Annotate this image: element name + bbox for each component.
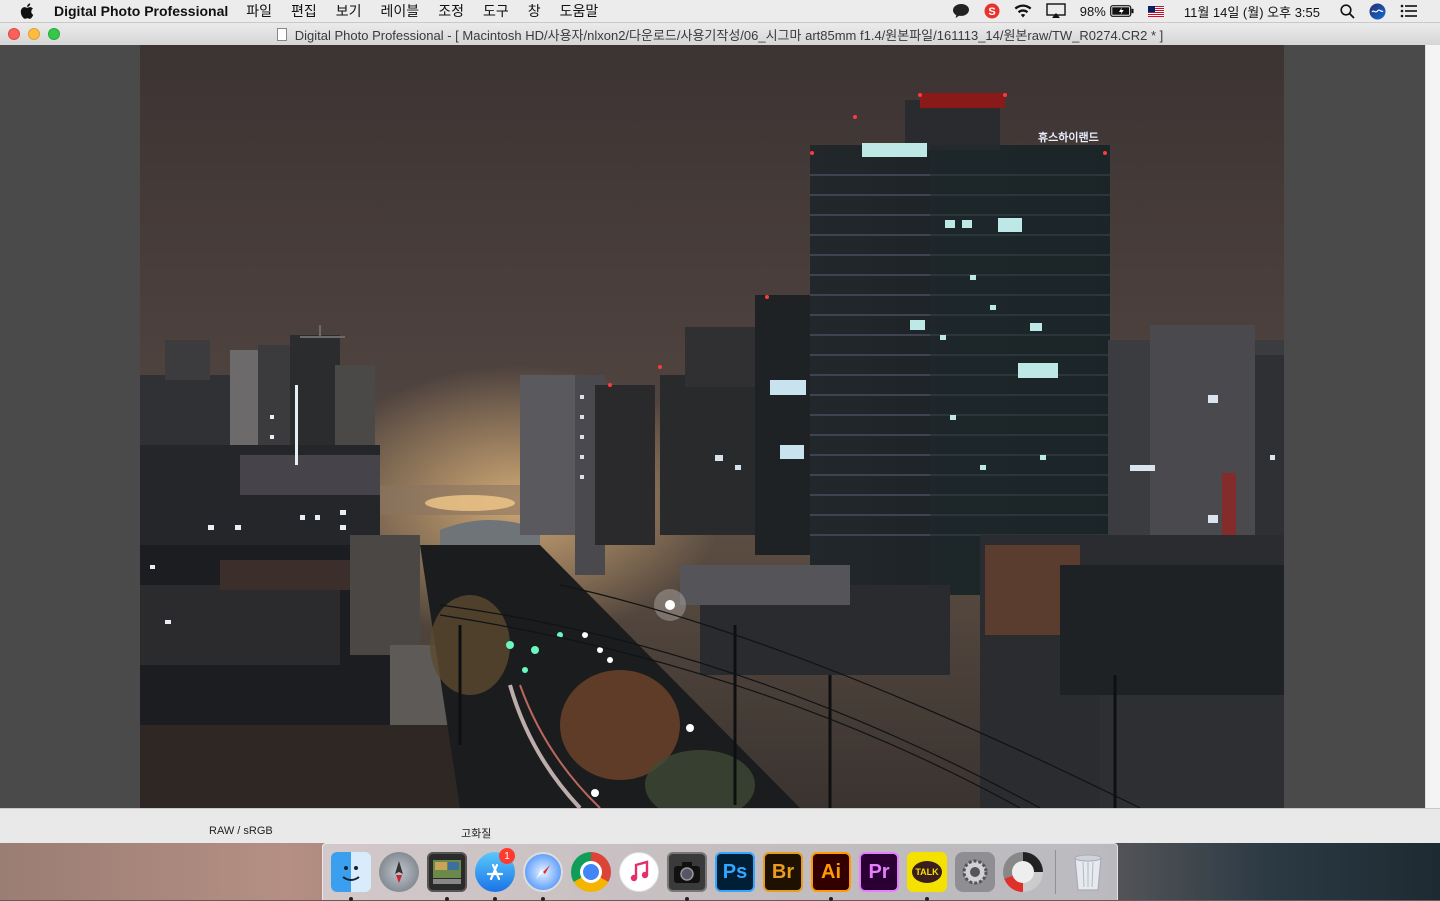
dock-premiere[interactable]: Pr [857, 850, 901, 894]
bridge-icon: Br [763, 852, 803, 892]
illustrator-icon: Ai [811, 852, 851, 892]
premiere-icon: Pr [859, 852, 899, 892]
menu-adjust[interactable]: 조정 [438, 1, 464, 21]
menu-help[interactable]: 도움말 [560, 1, 599, 21]
color-space-info: RAW / sRGB [209, 825, 273, 837]
dock-photoshop[interactable]: Ps [713, 850, 757, 894]
menu-label[interactable]: 레이블 [381, 1, 420, 21]
running-indicator [493, 897, 497, 901]
app-name-menu[interactable]: Digital Photo Professional [54, 3, 228, 19]
status-bar: RAW / sRGB 고화질 [0, 808, 1440, 843]
battery-percent: 98% [1079, 3, 1106, 19]
dock-kakaotalk[interactable]: TALK [905, 850, 949, 901]
disk-utility-icon [1003, 852, 1043, 892]
menu-edit[interactable]: 편집 [291, 1, 317, 21]
finder-icon [331, 852, 371, 892]
running-indicator [445, 897, 449, 901]
dock-system-preferences[interactable] [953, 850, 997, 894]
quality-info: 고화질 [461, 828, 492, 840]
menu-view[interactable]: 보기 [336, 1, 362, 21]
wifi-icon[interactable] [1014, 4, 1032, 18]
system-preferences-icon [955, 852, 995, 892]
menu-bar: Digital Photo Professional 파일 편집 보기 레이블 … [0, 0, 1440, 23]
dock-bridge[interactable]: Br [761, 850, 805, 894]
photoshop-icon: Ps [715, 852, 755, 892]
kakaotalk-icon: TALK [907, 852, 947, 892]
dock-safari[interactable] [521, 850, 565, 901]
dock-itunes[interactable] [617, 850, 661, 894]
dpp-icon [427, 852, 467, 892]
safari-icon [523, 852, 563, 892]
itunes-icon [619, 852, 659, 892]
dock-separator [1055, 850, 1056, 894]
window-close-button[interactable] [8, 28, 20, 40]
running-indicator [541, 897, 545, 901]
chat-bubble-icon[interactable] [952, 3, 970, 19]
svg-text:S: S [988, 6, 995, 18]
dock-app-store[interactable]: 1 [473, 848, 517, 901]
airplay-icon[interactable] [1046, 3, 1066, 19]
photo-preview[interactable]: 휴스하이랜드 [140, 45, 1284, 808]
building-sign: 휴스하이랜드 [1038, 130, 1099, 144]
window-minimize-button[interactable] [28, 28, 40, 40]
dock-illustrator[interactable]: Ai [809, 850, 853, 901]
menu-window[interactable]: 창 [528, 1, 541, 21]
app-window: Digital Photo Professional - [ Macintosh… [0, 23, 1440, 843]
trash-icon [1071, 852, 1105, 892]
dock-dpp[interactable] [425, 850, 469, 901]
running-indicator [685, 897, 689, 901]
window-maximize-button[interactable] [48, 28, 60, 40]
dock-finder[interactable] [329, 850, 373, 901]
dock: 1 Ps Br Ai Pr TALK [322, 843, 1118, 901]
notification-center-icon[interactable] [1400, 4, 1418, 18]
spotlight-search-icon[interactable] [1340, 3, 1355, 19]
menu-tools[interactable]: 도구 [483, 1, 509, 21]
app-store-badge: 1 [499, 848, 515, 864]
launchpad-icon [379, 852, 419, 892]
running-indicator [925, 897, 929, 901]
battery-icon[interactable] [1109, 5, 1134, 17]
us-flag-icon[interactable] [1147, 5, 1164, 17]
s-app-icon[interactable]: S [984, 3, 1000, 19]
talk-bubble: TALK [912, 861, 942, 883]
camera-icon [667, 852, 707, 892]
dock-image-capture[interactable] [665, 850, 709, 901]
menu-file[interactable]: 파일 [246, 1, 272, 21]
image-viewer[interactable]: 휴스하이랜드 [0, 45, 1425, 808]
running-indicator [829, 897, 833, 901]
dock-launchpad[interactable] [377, 850, 421, 894]
window-titlebar[interactable]: Digital Photo Professional - [ Macintosh… [0, 23, 1440, 46]
dock-chrome[interactable] [569, 850, 613, 894]
running-indicator [349, 897, 353, 901]
apple-menu-icon[interactable] [20, 3, 36, 19]
vertical-scrollbar[interactable] [1425, 45, 1440, 808]
dock-trash[interactable] [1066, 850, 1110, 894]
menubar-clock[interactable]: 11월 14일 (월) 오후 3:55 [1184, 2, 1320, 21]
document-icon[interactable] [276, 27, 287, 41]
chrome-icon [571, 852, 611, 892]
dock-disk-utility[interactable] [1001, 850, 1045, 894]
window-title: Digital Photo Professional - [ Macintosh… [294, 27, 1164, 43]
siri-icon[interactable] [1369, 3, 1386, 20]
